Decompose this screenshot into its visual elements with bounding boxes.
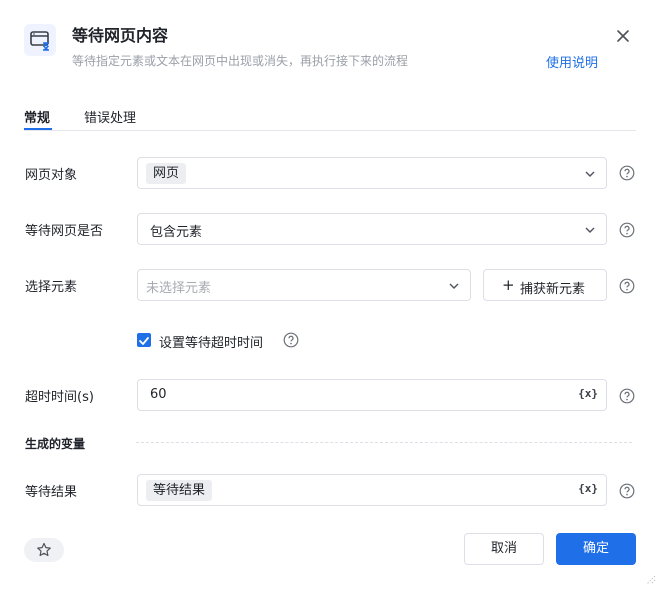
- timeout-checkbox[interactable]: [137, 333, 151, 347]
- timeout-checkbox-label[interactable]: 设置等待超时时间: [159, 332, 263, 351]
- wait-result-label: 等待结果: [25, 485, 78, 500]
- web-object-label: 网页对象: [25, 168, 78, 183]
- dialog-title: 等待网页内容: [72, 26, 169, 45]
- wait-mode-value: 包含元素: [150, 225, 203, 240]
- chevron-down-icon: [449, 283, 459, 289]
- wait-mode-select[interactable]: 包含元素: [137, 213, 607, 245]
- question-icon[interactable]: [619, 165, 635, 181]
- star-icon: [37, 542, 51, 557]
- capture-element-button[interactable]: + 捕获新元素: [483, 269, 607, 301]
- resize-grip-icon[interactable]: [644, 573, 656, 585]
- app-icon: [24, 24, 56, 56]
- confirm-button[interactable]: 确定: [556, 533, 636, 565]
- select-element-placeholder: 未选择元素: [146, 281, 212, 296]
- capture-element-label: 捕获新元素: [520, 282, 586, 297]
- wait-result-tag: 等待结果: [146, 480, 213, 501]
- help-link[interactable]: 使用说明: [546, 52, 598, 71]
- tab-error-handling[interactable]: 错误处理: [84, 107, 136, 126]
- tab-general[interactable]: 常规: [24, 107, 50, 126]
- question-icon[interactable]: [619, 483, 635, 499]
- timeout-input[interactable]: 60 {x}: [137, 379, 607, 411]
- favorite-button[interactable]: [24, 538, 64, 562]
- section-divider: [136, 442, 632, 443]
- question-icon[interactable]: [619, 222, 635, 238]
- close-icon: [617, 30, 629, 42]
- web-object-select[interactable]: 网页: [137, 157, 607, 189]
- generated-variables-title: 生成的变量: [25, 437, 86, 451]
- dialog-subtitle: 等待指定元素或文本在网页中出现或消失，再执行接下来的流程: [72, 54, 409, 68]
- select-element-dropdown[interactable]: 未选择元素: [137, 269, 471, 301]
- browser-wait-icon: [30, 31, 50, 51]
- web-object-tag: 网页: [146, 163, 187, 184]
- checkmark-icon: [139, 337, 149, 345]
- select-element-label: 选择元素: [25, 280, 78, 295]
- wait-mode-label: 等待网页是否: [25, 224, 104, 239]
- chevron-down-icon: [585, 171, 595, 177]
- question-icon[interactable]: [619, 388, 635, 404]
- wait-result-input[interactable]: 等待结果 {x}: [137, 474, 607, 506]
- variable-icon[interactable]: {x}: [578, 387, 598, 400]
- plus-icon: +: [502, 276, 515, 294]
- tab-divider: [24, 130, 636, 131]
- chevron-down-icon: [585, 227, 595, 233]
- question-icon[interactable]: [283, 332, 299, 348]
- close-button[interactable]: [612, 25, 634, 47]
- timeout-label: 超时时间(s): [25, 390, 94, 405]
- timeout-value: 60: [150, 387, 167, 402]
- question-icon[interactable]: [619, 278, 635, 294]
- cancel-button[interactable]: 取消: [464, 533, 544, 565]
- variable-icon[interactable]: {x}: [578, 482, 598, 495]
